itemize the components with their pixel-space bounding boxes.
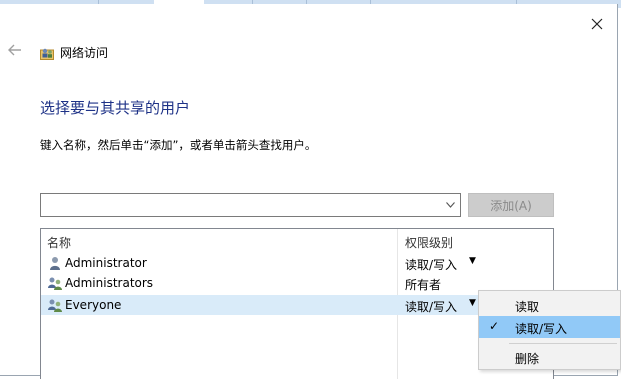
column-header-name[interactable]: 名称 [47, 234, 71, 251]
checkmark-icon: ✓ [489, 319, 500, 333]
list-item[interactable]: Administrator 读取/写入 ▼ [41, 253, 553, 273]
instruction-text: 键入名称，然后单击“添加”，或者单击箭头查找用户。 [40, 138, 317, 152]
wizard-title: 网络访问 [40, 44, 108, 61]
list-item-selected[interactable]: Everyone 读取/写入 ▼ [41, 295, 553, 315]
menu-item-read-write[interactable]: ✓ 读取/写入 [479, 316, 620, 338]
shared-users-list: 名称 权限级别 Administrator 读取/写入 ▼ Administra… [40, 228, 554, 379]
permission-level: 所有者 [405, 278, 442, 292]
menu-item-remove[interactable]: 删除 [479, 346, 620, 368]
menu-item-read[interactable]: 读取 [479, 294, 620, 316]
list-header: 名称 权限级别 [41, 229, 553, 253]
user-group-icon [48, 299, 62, 312]
permission-dropdown-icon[interactable]: ▼ [469, 256, 476, 266]
permission-context-menu: 读取 ✓ 读取/写入 删除 [478, 290, 621, 370]
add-button[interactable]: 添加(A) [468, 193, 554, 217]
permission-level[interactable]: 读取/写入 [405, 256, 457, 273]
back-arrow-icon [8, 44, 21, 56]
chevron-down-icon [445, 202, 455, 208]
menu-item-label: 读取/写入 [515, 322, 568, 336]
menu-separator [509, 343, 617, 344]
column-header-permission[interactable]: 权限级别 [405, 234, 453, 251]
user-name: Administrators [65, 276, 154, 290]
close-icon [591, 18, 603, 30]
list-item[interactable]: Administrators 所有者 [41, 273, 553, 293]
user-name: Everyone [65, 298, 122, 312]
single-user-icon [50, 257, 60, 270]
user-name-combobox[interactable] [40, 193, 461, 217]
user-name: Administrator [65, 256, 147, 270]
wizard-title-text: 网络访问 [60, 46, 109, 60]
permission-level[interactable]: 读取/写入 [405, 298, 457, 315]
user-group-icon [48, 277, 62, 290]
network-users-icon [40, 48, 54, 60]
menu-item-label: 读取 [515, 300, 540, 314]
close-button[interactable] [587, 14, 607, 34]
menu-item-label: 删除 [515, 352, 540, 366]
permission-dropdown-icon[interactable]: ▼ [469, 298, 476, 308]
page-heading: 选择要与其共享的用户 [40, 99, 191, 117]
back-button[interactable] [8, 43, 24, 59]
combobox-dropdown-button[interactable] [442, 195, 458, 215]
